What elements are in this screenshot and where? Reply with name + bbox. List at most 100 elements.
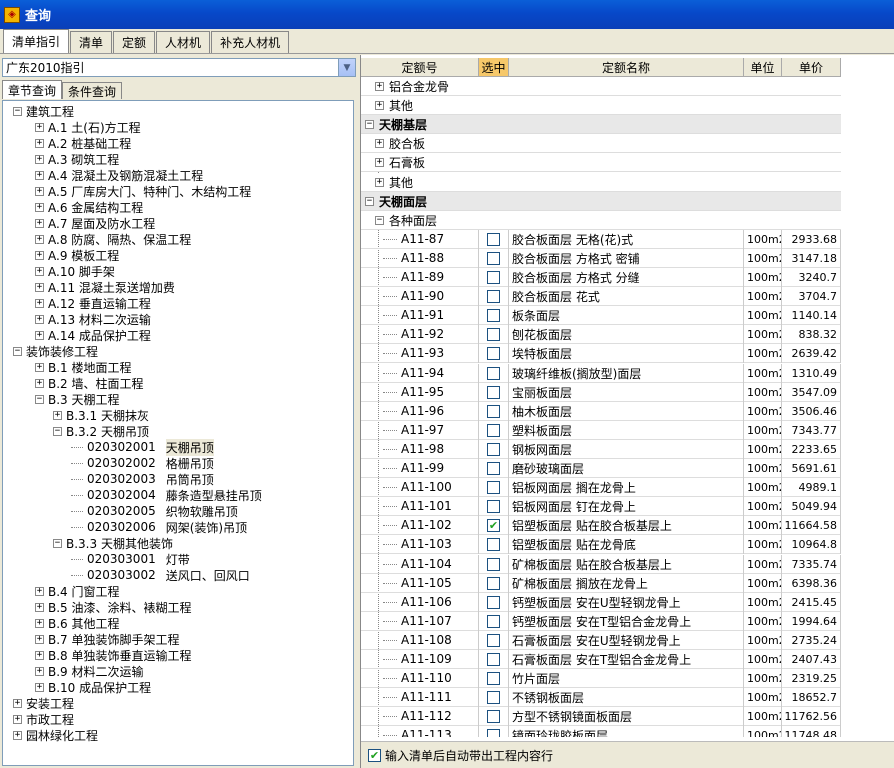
expand-icon[interactable]: + (35, 234, 44, 244)
select-cell[interactable] (479, 248, 509, 268)
auto-content-checkbox[interactable]: ✔ (368, 748, 381, 762)
tree-node[interactable]: 020302003 吊筒吊顶 (71, 471, 214, 487)
table-row[interactable]: A11-103 铝塑板面层 贴在龙骨底 100m2 10964.8 (361, 534, 841, 554)
select-cell[interactable] (479, 401, 509, 421)
tree-node[interactable]: − 建筑工程 (13, 103, 74, 119)
tree-node[interactable]: + A.6 金属结构工程 (35, 199, 143, 215)
expand-icon[interactable]: + (35, 650, 44, 660)
row-checkbox[interactable] (487, 308, 500, 322)
row-checkbox[interactable] (487, 270, 500, 284)
select-cell[interactable] (479, 496, 509, 516)
group-row[interactable]: + 石膏板 (361, 153, 841, 172)
tree-node[interactable]: − B.3.2 天棚吊顶 (53, 423, 149, 439)
expand-icon[interactable]: + (35, 666, 44, 676)
expand-icon[interactable]: + (35, 362, 44, 372)
tree-node[interactable]: + B.7 单独装饰脚手架工程 (35, 631, 180, 647)
tree-node[interactable]: − B.3 天棚工程 (35, 391, 120, 407)
tree-node[interactable]: + A.5 厂库房大门、特种门、木结构工程 (35, 183, 251, 199)
select-cell[interactable] (479, 649, 509, 669)
table-row[interactable]: A11-93 埃特板面层 100m2 2639.42 (361, 343, 841, 363)
table-row[interactable]: A11-97 塑料板面层 100m2 7343.77 (361, 420, 841, 440)
expand-icon[interactable]: + (35, 266, 44, 276)
row-checkbox[interactable] (487, 366, 500, 380)
select-cell[interactable] (479, 343, 509, 363)
tree-node[interactable]: + A.8 防腐、隔热、保温工程 (35, 231, 191, 247)
row-checkbox[interactable] (487, 480, 500, 494)
table-row[interactable]: A11-100 铝板网面层 搁在龙骨上 100m2 4989.1 (361, 477, 841, 497)
tree-node[interactable]: + A.4 混凝土及钢筋混凝土工程 (35, 167, 203, 183)
select-cell[interactable] (479, 382, 509, 402)
tree-node[interactable]: + B.4 门窗工程 (35, 583, 120, 599)
sub-tab[interactable]: 条件查询 (62, 82, 123, 99)
table-row[interactable]: A11-101 铝板网面层 钉在龙骨上 100m2 5049.94 (361, 496, 841, 516)
expand-icon[interactable]: + (375, 177, 384, 187)
tree-node[interactable]: + A.9 模板工程 (35, 247, 119, 263)
select-cell[interactable] (479, 439, 509, 459)
chapter-tree[interactable]: − 建筑工程 + A.1 土(石)方工程 + A.2 桩基础工程 + A.3 砌筑工程 + A.4… (2, 100, 354, 766)
table-row[interactable]: A11-94 玻璃纤维板(搁放型)面层 100m2 1310.49 (361, 363, 841, 383)
tree-node[interactable]: + 市政工程 (13, 711, 74, 727)
table-row[interactable]: A11-105 矿棉板面层 搁放在龙骨上 100m2 6398.36 (361, 573, 841, 593)
select-cell[interactable] (479, 592, 509, 612)
expand-icon[interactable]: + (35, 634, 44, 644)
tree-node[interactable]: 020303001 灯带 (71, 551, 190, 567)
top-tab[interactable]: 定额 (113, 31, 156, 53)
table-row[interactable]: A11-90 胶合板面层 花式 100m2 3704.7 (361, 286, 841, 306)
collapse-icon[interactable]: − (35, 394, 44, 404)
expand-icon[interactable]: + (35, 282, 44, 292)
row-checkbox[interactable] (487, 576, 500, 590)
expand-icon[interactable]: + (35, 314, 44, 324)
row-checkbox[interactable] (487, 423, 500, 437)
grid-header-cell[interactable]: 选中 (479, 58, 509, 77)
row-checkbox[interactable] (487, 557, 500, 571)
tree-node[interactable]: 020302004 藤条造型悬挂吊顶 (71, 487, 262, 503)
expand-icon[interactable]: + (53, 410, 62, 420)
tree-node[interactable]: + A.3 砌筑工程 (35, 151, 119, 167)
select-cell[interactable] (479, 706, 509, 726)
expand-icon[interactable]: + (35, 218, 44, 228)
table-row[interactable]: A11-104 矿棉板面层 贴在胶合板基层上 100m2 7335.74 (361, 554, 841, 574)
select-cell[interactable] (479, 668, 509, 688)
row-checkbox[interactable] (487, 327, 500, 341)
collapse-icon[interactable]: − (13, 106, 22, 116)
top-tab[interactable]: 清单 (70, 31, 113, 53)
select-cell[interactable] (479, 458, 509, 478)
expand-icon[interactable]: + (375, 100, 384, 110)
table-row[interactable]: A11-95 宝丽板面层 100m2 3547.09 (361, 382, 841, 402)
select-cell[interactable] (479, 420, 509, 440)
select-cell[interactable]: ✔ (479, 515, 509, 535)
tree-node[interactable]: 020303002 送风口、回风口 (71, 567, 250, 583)
row-checkbox[interactable] (487, 251, 500, 265)
row-checkbox[interactable] (487, 652, 500, 666)
expand-icon[interactable]: + (35, 298, 44, 308)
table-row[interactable]: A11-102 ✔ 铝塑板面层 贴在胶合板基层上 100m2 11664.58 (361, 515, 841, 535)
tree-node[interactable]: − B.3.3 天棚其他装饰 (53, 535, 173, 551)
select-cell[interactable] (479, 267, 509, 287)
guide-select[interactable]: 广东2010指引 ▼ (2, 58, 356, 77)
expand-icon[interactable]: + (375, 157, 384, 167)
expand-icon[interactable]: + (35, 186, 44, 196)
tree-node[interactable]: + A.11 混凝土泵送增加费 (35, 279, 175, 295)
select-cell[interactable] (479, 573, 509, 593)
title-bar[interactable]: ◈ 查询 (0, 0, 894, 29)
grid-header-cell[interactable]: 定额名称 (509, 58, 744, 77)
expand-icon[interactable]: + (35, 250, 44, 260)
row-checkbox[interactable]: ✔ (487, 518, 500, 532)
group-row[interactable]: + 其他 (361, 96, 841, 115)
expand-icon[interactable]: + (375, 138, 384, 148)
tree-node[interactable]: + 安装工程 (13, 695, 74, 711)
tree-node[interactable]: 020302002 格栅吊顶 (71, 455, 214, 471)
top-tab[interactable]: 清单指引 (3, 29, 70, 53)
tree-node[interactable]: 020302006 网架(装饰)吊顶 (71, 519, 247, 535)
select-cell[interactable] (479, 630, 509, 650)
collapse-icon[interactable]: − (53, 426, 62, 436)
row-checkbox[interactable] (487, 346, 500, 360)
tree-node[interactable]: + A.13 材料二次运输 (35, 311, 151, 327)
row-checkbox[interactable] (487, 633, 500, 647)
row-checkbox[interactable] (487, 232, 500, 246)
select-cell[interactable] (479, 229, 509, 249)
sub-tab[interactable]: 章节查询 (2, 80, 63, 99)
table-row[interactable]: A11-112 方型不锈钢镜面板面层 100m2 11762.56 (361, 706, 841, 726)
group-row[interactable]: − 各种面层 (361, 211, 841, 230)
tree-node[interactable]: + A.12 垂直运输工程 (35, 295, 151, 311)
